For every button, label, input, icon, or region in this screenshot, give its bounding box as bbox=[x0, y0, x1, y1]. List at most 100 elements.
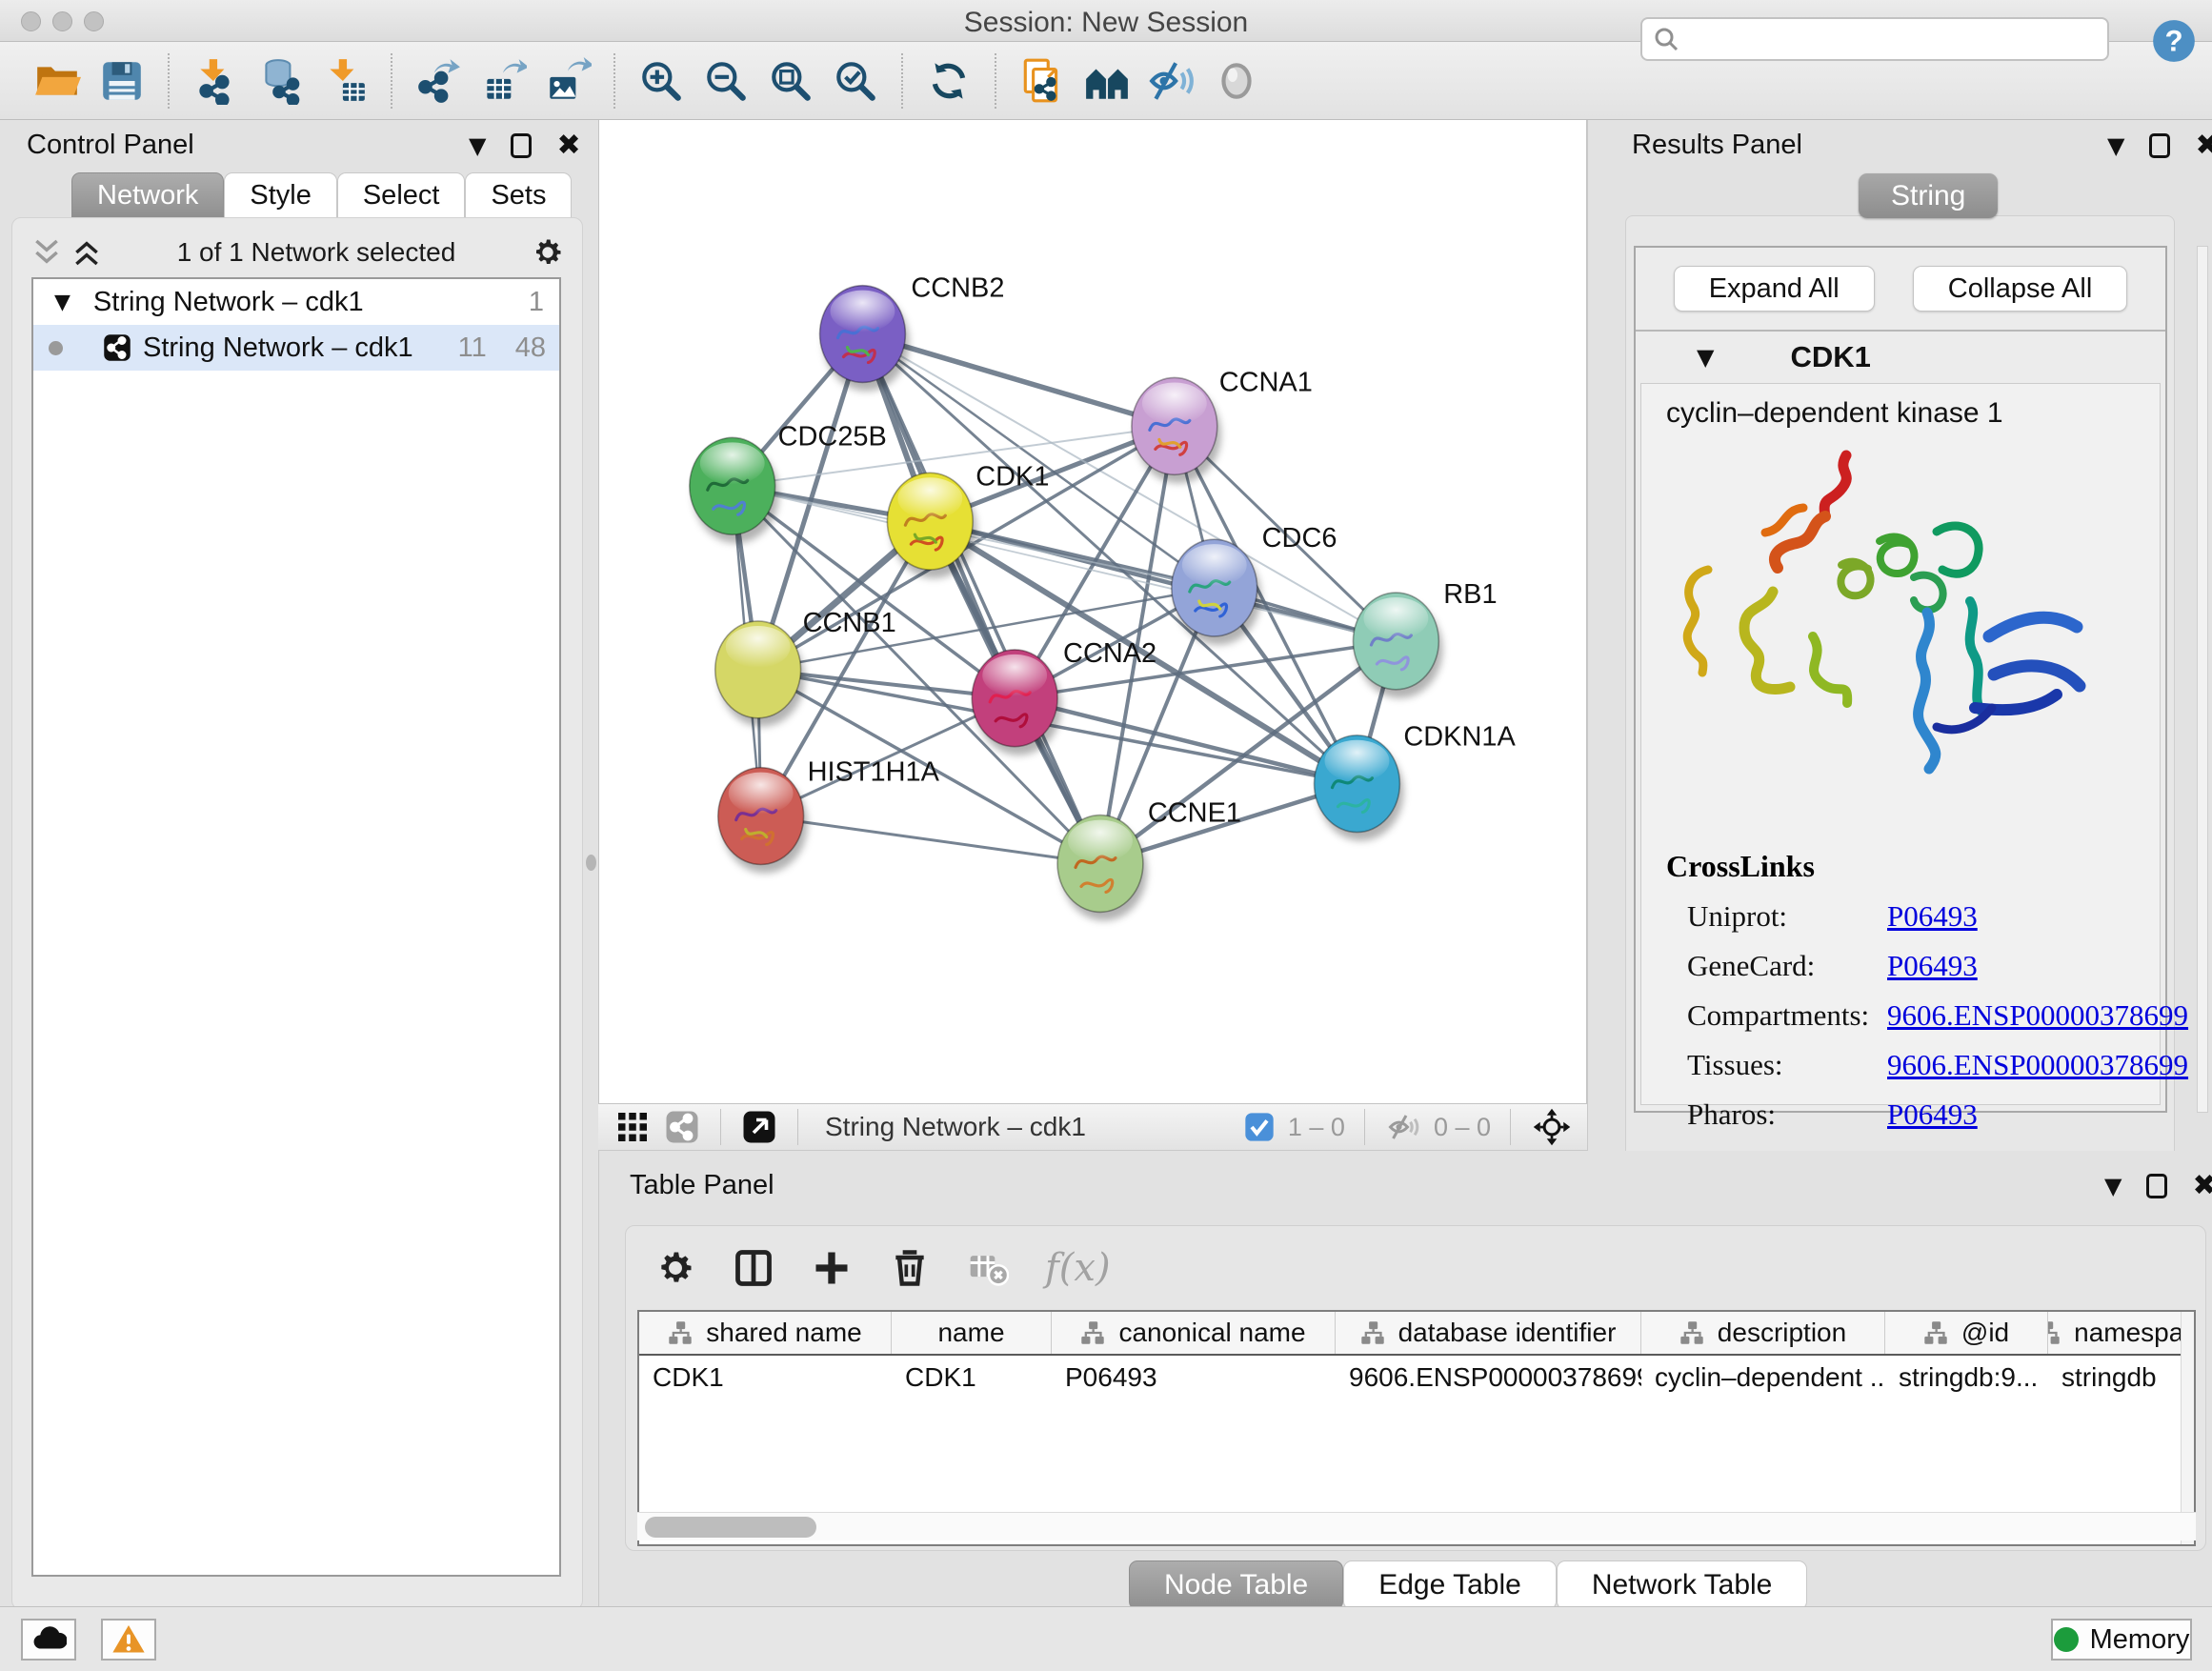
tab-edge-table[interactable]: Edge Table bbox=[1343, 1560, 1557, 1610]
tab-string[interactable]: String bbox=[1859, 173, 1998, 218]
table-body[interactable]: CDK1CDK1P064939606.ENSP00000378699cyclin… bbox=[639, 1356, 2194, 1399]
help-button[interactable]: ? bbox=[2146, 13, 2202, 69]
save-session-button[interactable] bbox=[94, 53, 150, 109]
left-splitter-handle[interactable] bbox=[586, 855, 596, 871]
graph-node-CCNE1[interactable] bbox=[1057, 815, 1147, 921]
table-cell[interactable]: CDK1 bbox=[892, 1356, 1052, 1399]
network-options-gear-icon[interactable] bbox=[531, 235, 565, 270]
close-panel-icon[interactable]: ✖ bbox=[2192, 1172, 2212, 1200]
import-network-button[interactable] bbox=[188, 53, 243, 109]
column-header-database-identifier[interactable]: database identifier bbox=[1336, 1312, 1641, 1354]
panel-menu-icon[interactable]: ▼ bbox=[2104, 1173, 2122, 1199]
graph-node-CCNA1[interactable] bbox=[1132, 377, 1221, 483]
tab-network[interactable]: Network bbox=[71, 172, 224, 218]
crosslink-genecard[interactable]: P06493 bbox=[1887, 949, 1978, 983]
hide-graphics-details-button[interactable] bbox=[1144, 53, 1199, 109]
column-header-name[interactable]: name bbox=[892, 1312, 1052, 1354]
export-network-button[interactable] bbox=[411, 53, 466, 109]
open-session-button[interactable] bbox=[30, 53, 85, 109]
tab-network-table[interactable]: Network Table bbox=[1557, 1560, 1808, 1610]
import-network-from-database-button[interactable] bbox=[252, 53, 308, 109]
table-row[interactable]: CDK1CDK1P064939606.ENSP00000378699cyclin… bbox=[639, 1356, 2194, 1399]
network-row[interactable]: String Network – cdk1 11 48 bbox=[33, 325, 559, 371]
network-collection-row[interactable]: ▼ String Network – cdk1 1 bbox=[33, 279, 559, 325]
graph-node-RB1[interactable] bbox=[1353, 593, 1442, 698]
crosslink-uniprot[interactable]: P06493 bbox=[1887, 899, 1978, 934]
crosslink-pharos[interactable]: P06493 bbox=[1887, 1097, 1978, 1132]
zoom-fit-button[interactable] bbox=[763, 53, 818, 109]
graph-node-CCNB2[interactable] bbox=[820, 286, 910, 392]
memory-button[interactable]: Memory bbox=[2051, 1619, 2192, 1661]
graph-node-CDC25B[interactable] bbox=[690, 437, 779, 543]
graph-node-CDK1[interactable] bbox=[887, 473, 976, 578]
collapse-all-icon[interactable] bbox=[31, 237, 62, 268]
scrollbar-thumb[interactable] bbox=[645, 1517, 816, 1538]
expand-all-icon[interactable] bbox=[71, 237, 102, 268]
table-options-gear-icon[interactable] bbox=[654, 1247, 696, 1289]
node-table[interactable]: shared namenamecanonical namedatabase id… bbox=[637, 1310, 2196, 1546]
close-panel-icon[interactable]: ✖ bbox=[2195, 131, 2212, 160]
table-cell[interactable]: P06493 bbox=[1052, 1356, 1336, 1399]
crosslink-tissues[interactable]: 9606.ENSP00000378699 bbox=[1887, 1048, 2188, 1082]
collapse-all-button[interactable]: Collapse All bbox=[1913, 266, 2128, 312]
column-header-description[interactable]: description bbox=[1641, 1312, 1885, 1354]
import-table-button[interactable] bbox=[317, 53, 372, 109]
column-header-shared-name[interactable]: shared name bbox=[639, 1312, 892, 1354]
crosslink-label: Tissues: bbox=[1687, 1048, 1887, 1082]
tab-style[interactable]: Style bbox=[224, 172, 336, 218]
graph-node-CCNA2[interactable] bbox=[972, 650, 1061, 755]
table-cell[interactable]: stringdb:9... bbox=[1885, 1356, 2048, 1399]
zoom-out-button[interactable] bbox=[698, 53, 754, 109]
show-columns-icon[interactable] bbox=[733, 1247, 774, 1289]
zoom-selected-button[interactable] bbox=[828, 53, 883, 109]
panel-menu-icon[interactable]: ▼ bbox=[469, 132, 486, 159]
expand-all-button[interactable]: Expand All bbox=[1674, 266, 1875, 312]
close-panel-icon[interactable]: ✖ bbox=[556, 131, 580, 160]
string-network-graph[interactable]: CCNB2CCNA1CDC25BCDK1CDC6RB1CCNB1CCNA2CDK… bbox=[599, 120, 1586, 1103]
delete-column-icon[interactable] bbox=[889, 1247, 931, 1289]
section-collapse-icon[interactable]: ▼ bbox=[1697, 344, 1714, 371]
column-header-namespace[interactable]: namespace bbox=[2048, 1312, 2196, 1354]
table-horizontal-scrollbar[interactable] bbox=[637, 1512, 2196, 1540]
create-column-icon[interactable] bbox=[811, 1247, 853, 1289]
crosslink-compartments[interactable]: 9606.ENSP00000378699 bbox=[1887, 998, 2188, 1033]
results-scrollbar[interactable] bbox=[2197, 246, 2208, 1113]
protein-section-header[interactable]: ▼ CDK1 bbox=[1636, 333, 2165, 381]
search-field[interactable] bbox=[1640, 17, 2109, 61]
detach-view-icon[interactable] bbox=[742, 1110, 776, 1144]
hidden-eye-icon[interactable] bbox=[1386, 1110, 1420, 1144]
tab-node-table[interactable]: Node Table bbox=[1129, 1560, 1343, 1610]
network-view-icon[interactable] bbox=[665, 1110, 699, 1144]
float-panel-icon[interactable] bbox=[2149, 133, 2170, 158]
grid-view-icon[interactable] bbox=[615, 1110, 650, 1144]
network-canvas[interactable]: CCNB2CCNA1CDC25BCDK1CDC6RB1CCNB1CCNA2CDK… bbox=[598, 120, 1587, 1103]
column-header--id[interactable]: @id bbox=[1885, 1312, 2048, 1354]
export-table-button[interactable] bbox=[475, 53, 531, 109]
refresh-view-button[interactable] bbox=[921, 53, 976, 109]
collection-label: String Network – cdk1 bbox=[93, 287, 364, 318]
tab-select[interactable]: Select bbox=[337, 172, 466, 218]
graph-node-CDKN1A[interactable] bbox=[1315, 735, 1404, 841]
column-header-canonical-name[interactable]: canonical name bbox=[1052, 1312, 1336, 1354]
show-graphics-details-button[interactable] bbox=[1209, 53, 1264, 109]
float-panel-icon[interactable] bbox=[511, 133, 532, 158]
table-header-row[interactable]: shared namenamecanonical namedatabase id… bbox=[639, 1312, 2194, 1356]
pan-mode-icon[interactable] bbox=[1532, 1107, 1572, 1147]
warnings-button[interactable] bbox=[101, 1619, 156, 1661]
float-panel-icon[interactable] bbox=[2146, 1174, 2167, 1198]
graph-node-HIST1H1A[interactable] bbox=[718, 768, 808, 874]
zoom-in-button[interactable] bbox=[633, 53, 689, 109]
table-cell[interactable]: 9606.ENSP00000378699 bbox=[1336, 1356, 1641, 1399]
cloud-status-button[interactable] bbox=[21, 1619, 76, 1661]
tab-sets[interactable]: Sets bbox=[465, 172, 572, 218]
duplicate-network-button[interactable] bbox=[1015, 53, 1070, 109]
table-cell[interactable]: cyclin–dependent ... bbox=[1641, 1356, 1885, 1399]
table-cell[interactable]: CDK1 bbox=[639, 1356, 892, 1399]
overview-button[interactable] bbox=[1079, 53, 1135, 109]
selected-checkbox-icon[interactable] bbox=[1244, 1112, 1275, 1142]
panel-menu-icon[interactable]: ▼ bbox=[2107, 132, 2124, 159]
search-input[interactable] bbox=[1680, 24, 2090, 54]
table-cell[interactable]: stringdb bbox=[2048, 1356, 2196, 1399]
export-image-button[interactable] bbox=[540, 53, 595, 109]
collection-expand-icon[interactable]: ▼ bbox=[54, 291, 70, 314]
